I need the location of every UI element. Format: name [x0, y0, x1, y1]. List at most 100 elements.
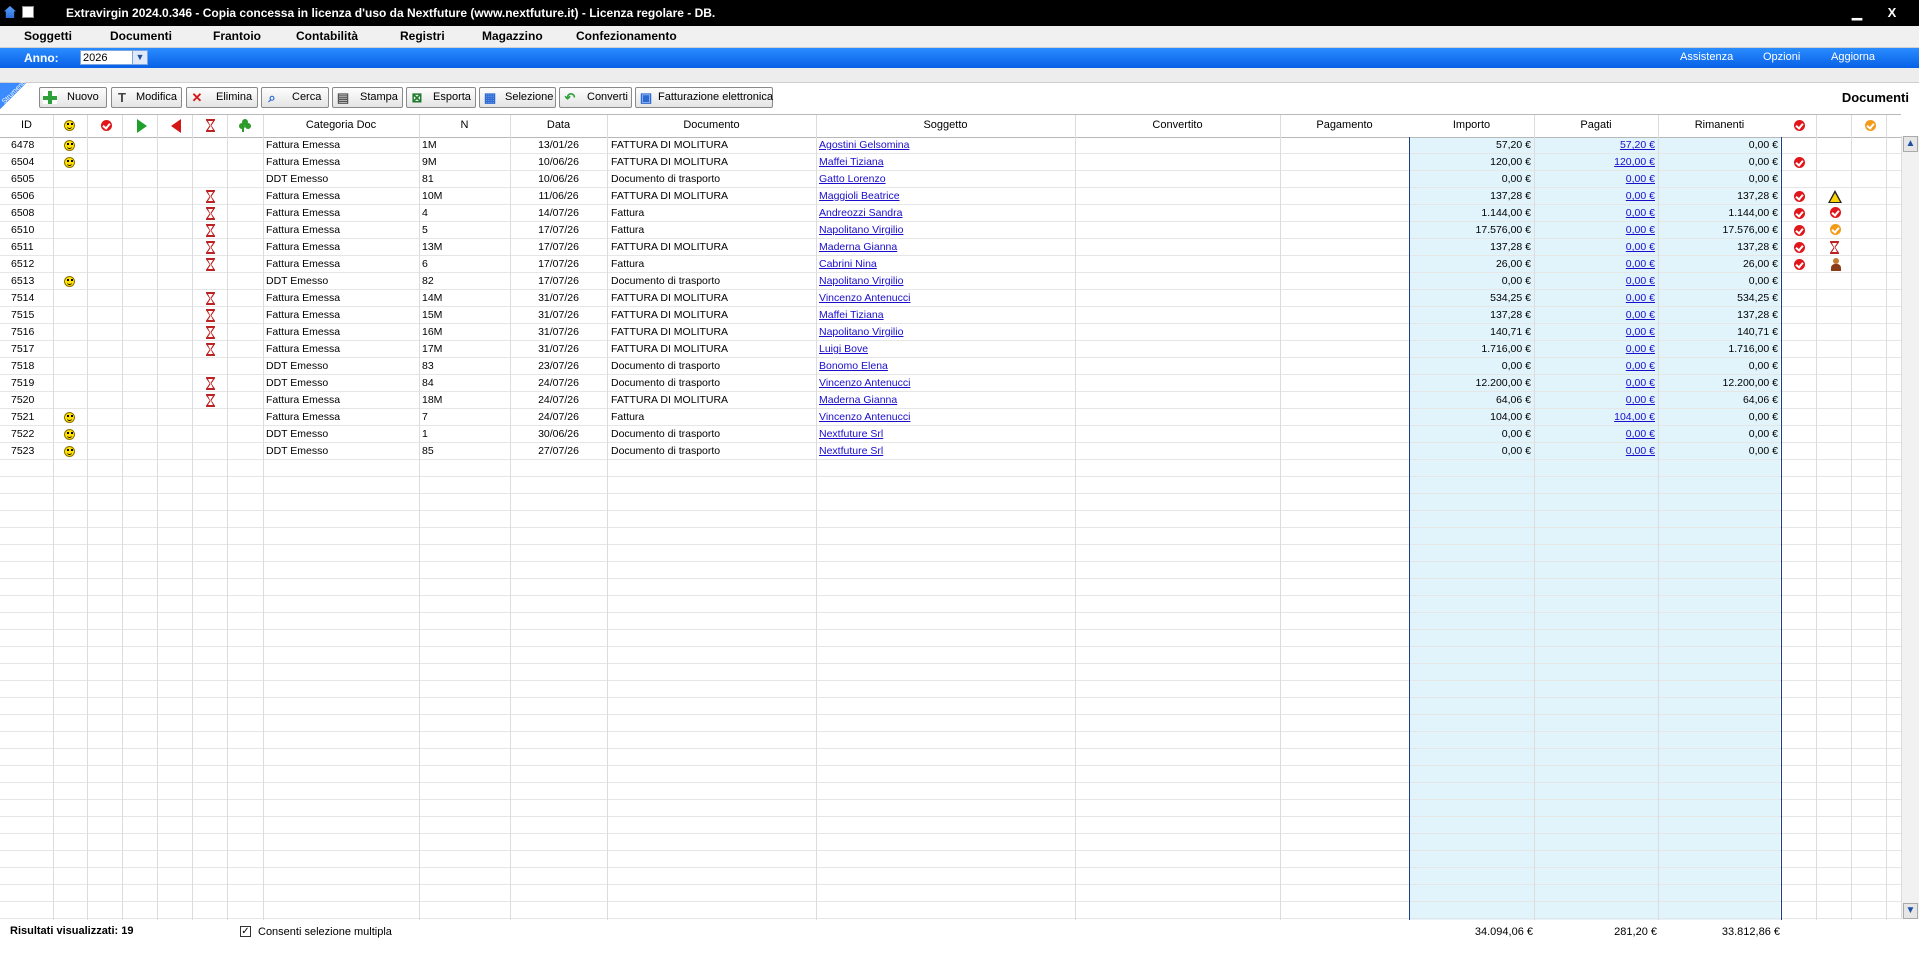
- cell-soggetto[interactable]: Napolitano Virgilio: [819, 224, 1073, 236]
- cell-soggetto[interactable]: Gatto Lorenzo: [819, 173, 1073, 185]
- menu-registri[interactable]: Registri: [400, 29, 445, 43]
- table-row[interactable]: 6505 DDT Emesso 81 10/06/26 Documento di tra…: [0, 171, 1901, 188]
- play-left-icon[interactable]: [171, 119, 181, 133]
- col-data[interactable]: Data: [510, 119, 607, 131]
- col-n[interactable]: N: [419, 119, 510, 131]
- col-pagati[interactable]: Pagati: [1534, 119, 1658, 131]
- selezione-button[interactable]: ▦ Selezione: [479, 87, 556, 108]
- table-row[interactable]: 6508 Fattura Emessa 4 14/07/26 Fattura Andreo…: [0, 205, 1901, 222]
- cell-pagati[interactable]: 0,00 €: [1536, 445, 1655, 457]
- table-row[interactable]: 7515 Fattura Emessa 15M 31/07/26 FATTURA DI …: [0, 307, 1901, 324]
- col-importo[interactable]: Importo: [1409, 119, 1534, 131]
- red-check-icon[interactable]: [101, 120, 112, 131]
- col-documento[interactable]: Documento: [607, 119, 816, 131]
- table-row[interactable]: 7518 DDT Emesso 83 23/07/26 Documento di tra…: [0, 358, 1901, 375]
- table-row[interactable]: 6513 DDT Emesso 82 17/07/26 Documento di tra…: [0, 273, 1901, 290]
- table-row[interactable]: 7517 Fattura Emessa 17M 31/07/26 FATTURA DI …: [0, 341, 1901, 358]
- table-row[interactable]: 7519 DDT Emesso 84 24/07/26 Documento di tra…: [0, 375, 1901, 392]
- hourglass-icon[interactable]: [206, 119, 215, 132]
- stampa-button[interactable]: ▤ Stampa: [332, 87, 403, 108]
- cell-pagati[interactable]: 0,00 €: [1536, 292, 1655, 304]
- table-row[interactable]: 7522 DDT Emesso 1 30/06/26 Documento di tras…: [0, 426, 1901, 443]
- cell-pagati[interactable]: 0,00 €: [1536, 241, 1655, 253]
- table-row[interactable]: 7514 Fattura Emessa 14M 31/07/26 FATTURA DI …: [0, 290, 1901, 307]
- fatturazione-elettronica-button[interactable]: ▣ Fatturazione elettronica: [635, 87, 773, 108]
- cell-pagati[interactable]: 0,00 €: [1536, 343, 1655, 355]
- keyboard-icon[interactable]: [22, 6, 34, 18]
- clover-icon[interactable]: [239, 119, 252, 132]
- cell-soggetto[interactable]: Napolitano Virgilio: [819, 326, 1073, 338]
- table-row[interactable]: 6511 Fattura Emessa 13M 17/07/26 FATTURA DI …: [0, 239, 1901, 256]
- cell-soggetto[interactable]: Vincenzo Antenucci: [819, 292, 1073, 304]
- col-convertito[interactable]: Convertito: [1075, 119, 1280, 131]
- orange-check-icon[interactable]: [1865, 120, 1876, 131]
- cell-pagati[interactable]: 0,00 €: [1536, 377, 1655, 389]
- cell-pagati[interactable]: 0,00 €: [1536, 394, 1655, 406]
- play-right-icon[interactable]: [137, 119, 147, 133]
- cell-soggetto[interactable]: Nextfuture Srl: [819, 445, 1073, 457]
- menu-documenti[interactable]: Documenti: [110, 29, 172, 43]
- cell-soggetto[interactable]: Nextfuture Srl: [819, 428, 1073, 440]
- elimina-button[interactable]: ✕ Elimina: [186, 87, 258, 108]
- vertical-scrollbar[interactable]: ▲ ▼: [1901, 136, 1919, 919]
- cell-soggetto[interactable]: Maderna Gianna: [819, 241, 1073, 253]
- cell-pagati[interactable]: 120,00 €: [1536, 156, 1655, 168]
- cell-soggetto[interactable]: Maffei Tiziana: [819, 156, 1073, 168]
- menu-magazzino[interactable]: Magazzino: [482, 29, 543, 43]
- home-icon[interactable]: [4, 6, 16, 18]
- menu-soggetti[interactable]: Soggetti: [24, 29, 72, 43]
- table-row[interactable]: 6478 Fattura Emessa 1M 13/01/26 FATTURA DI M…: [0, 137, 1901, 154]
- col-rimanenti[interactable]: Rimanenti: [1658, 119, 1781, 131]
- cell-pagati[interactable]: 0,00 €: [1536, 326, 1655, 338]
- cerca-button[interactable]: ⌕ Cerca: [261, 87, 329, 108]
- converti-button[interactable]: ↶ Converti: [559, 87, 632, 108]
- cell-pagati[interactable]: 0,00 €: [1536, 428, 1655, 440]
- menu-contabilita[interactable]: Contabilità: [296, 29, 358, 43]
- cell-soggetto[interactable]: Cabrini Nina: [819, 258, 1073, 270]
- cell-pagati[interactable]: 0,00 €: [1536, 173, 1655, 185]
- cell-soggetto[interactable]: Luigi Bove: [819, 343, 1073, 355]
- chevron-down-icon[interactable]: ▼: [132, 51, 147, 64]
- red-check-icon[interactable]: [1794, 120, 1805, 131]
- cell-soggetto[interactable]: Maderna Gianna: [819, 394, 1073, 406]
- cell-soggetto[interactable]: Bonomo Elena: [819, 360, 1073, 372]
- minimize-button[interactable]: ▁: [1843, 5, 1871, 21]
- cell-pagati[interactable]: 0,00 €: [1536, 258, 1655, 270]
- col-soggetto[interactable]: Soggetto: [816, 119, 1075, 131]
- col-categoria-doc[interactable]: Categoria Doc: [263, 119, 419, 131]
- cell-pagati[interactable]: 0,00 €: [1536, 207, 1655, 219]
- cell-soggetto[interactable]: Andreozzi Sandra: [819, 207, 1073, 219]
- table-row[interactable]: 6510 Fattura Emessa 5 17/07/26 Fattura Napoli…: [0, 222, 1901, 239]
- cell-pagati[interactable]: 57,20 €: [1536, 139, 1655, 151]
- menu-frantoio[interactable]: Frantoio: [213, 29, 261, 43]
- table-row[interactable]: 7521 Fattura Emessa 7 24/07/26 Fattura Vincen…: [0, 409, 1901, 426]
- col-id[interactable]: ID: [0, 119, 53, 131]
- link-aggiorna[interactable]: Aggiorna: [1831, 51, 1875, 63]
- cell-soggetto[interactable]: Maffei Tiziana: [819, 309, 1073, 321]
- scroll-up-icon[interactable]: ▲: [1903, 136, 1918, 152]
- cell-soggetto[interactable]: Maggioli Beatrice: [819, 190, 1073, 202]
- cell-pagati[interactable]: 0,00 €: [1536, 309, 1655, 321]
- table-row[interactable]: 6504 Fattura Emessa 9M 10/06/26 FATTURA DI M…: [0, 154, 1901, 171]
- strumenti-tab[interactable]: Strumenti: [0, 79, 27, 109]
- cell-pagati[interactable]: 0,00 €: [1536, 275, 1655, 287]
- table-row[interactable]: 7523 DDT Emesso 85 27/07/26 Documento di tra…: [0, 443, 1901, 460]
- table-row[interactable]: 7516 Fattura Emessa 16M 31/07/26 FATTURA DI …: [0, 324, 1901, 341]
- cell-pagati[interactable]: 0,00 €: [1536, 360, 1655, 372]
- table-row[interactable]: 6506 Fattura Emessa 10M 11/06/26 FATTURA DI …: [0, 188, 1901, 205]
- link-opzioni[interactable]: Opzioni: [1763, 51, 1800, 63]
- cell-pagati[interactable]: 0,00 €: [1536, 190, 1655, 202]
- close-button[interactable]: X: [1878, 5, 1906, 21]
- cell-pagati[interactable]: 104,00 €: [1536, 411, 1655, 423]
- table-row[interactable]: 7520 Fattura Emessa 18M 24/07/26 FATTURA DI …: [0, 392, 1901, 409]
- cell-soggetto[interactable]: Agostini Gelsomina: [819, 139, 1073, 151]
- cell-pagati[interactable]: 0,00 €: [1536, 224, 1655, 236]
- menu-confezionamento[interactable]: Confezionamento: [576, 29, 677, 43]
- scroll-down-icon[interactable]: ▼: [1903, 903, 1918, 919]
- year-select[interactable]: 2026 ▼: [80, 50, 148, 65]
- multi-select-checkbox[interactable]: ✓: [240, 926, 251, 937]
- esporta-button[interactable]: ⊠ Esporta: [406, 87, 476, 108]
- link-assistenza[interactable]: Assistenza: [1680, 51, 1733, 63]
- modifica-button[interactable]: T Modifica: [111, 87, 182, 108]
- cell-soggetto[interactable]: Vincenzo Antenucci: [819, 377, 1073, 389]
